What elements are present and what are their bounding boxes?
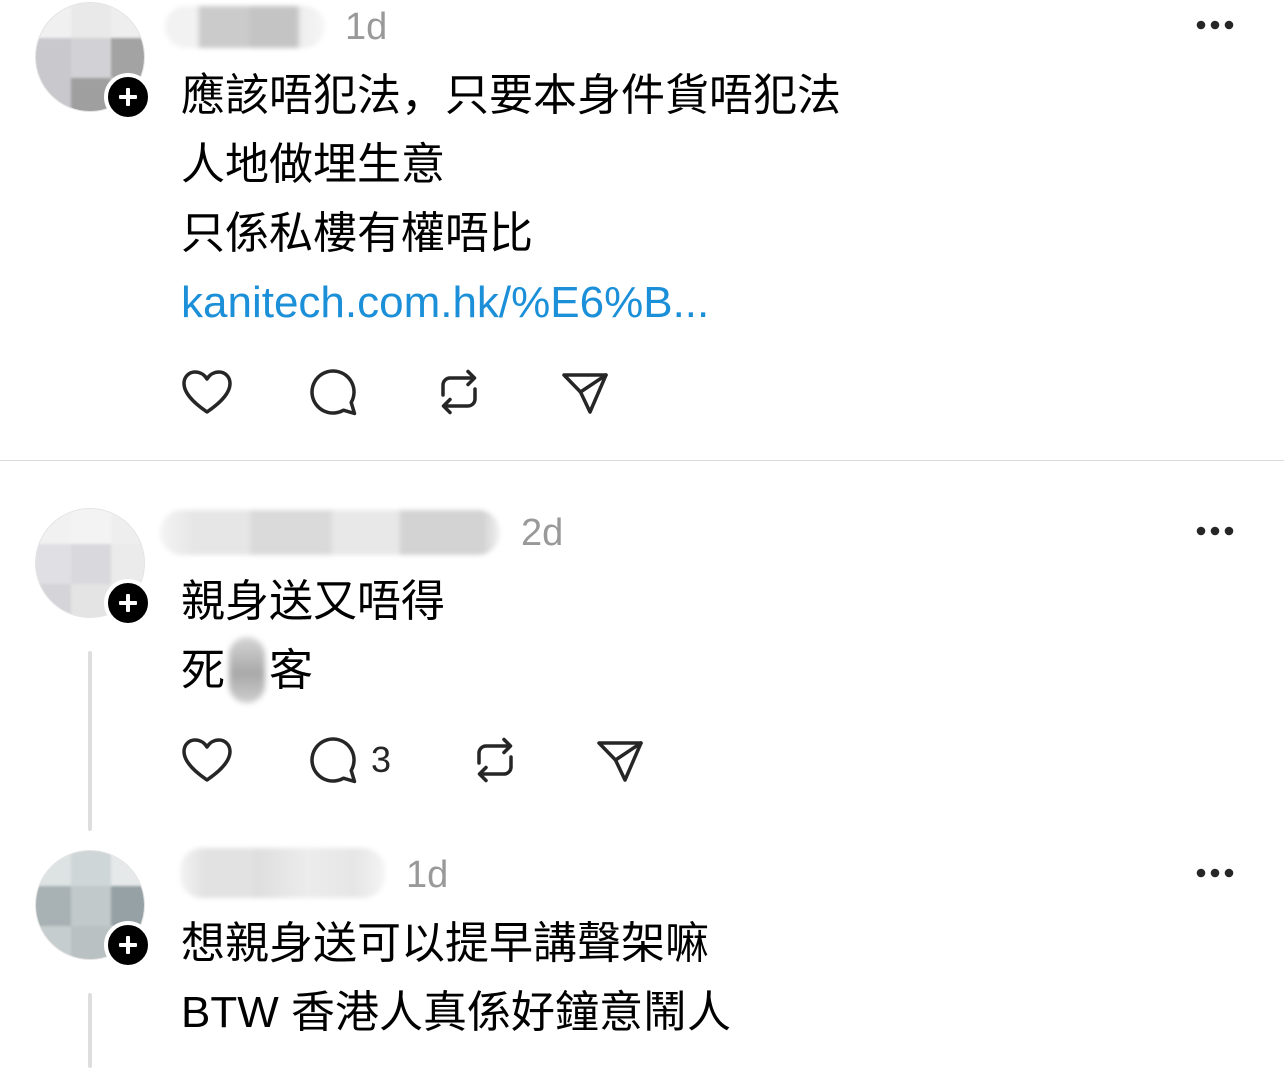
username-redacted[interactable]	[160, 510, 500, 555]
username-redacted[interactable]	[180, 848, 385, 898]
post-text-line: 只係私樓有權唔比	[181, 209, 533, 258]
heart-icon	[182, 370, 232, 414]
text-segment: 客	[269, 646, 313, 695]
post-text-line: 親身送又唔得	[181, 577, 445, 626]
post-body[interactable]: 想親身送可以提早講聲架嘛 BTW 香港人真係好鐘意鬧人	[181, 909, 731, 1047]
repost-button[interactable]	[469, 734, 521, 786]
plus-icon	[119, 936, 137, 954]
follow-button[interactable]	[104, 579, 152, 627]
post-text-line: 想親身送可以提早講聲架嘛	[181, 919, 709, 968]
share-icon	[597, 741, 643, 782]
post-divider	[0, 460, 1284, 461]
comment-icon	[310, 369, 357, 416]
text-segment: 死	[181, 646, 225, 695]
share-icon	[562, 373, 608, 414]
thread-line	[88, 993, 92, 1068]
redacted-character	[225, 637, 269, 703]
like-button[interactable]	[181, 734, 233, 786]
post-link[interactable]: kanitech.com.hk/%E6%B...	[181, 268, 841, 337]
more-icon	[1196, 868, 1234, 878]
follow-button[interactable]	[104, 921, 152, 969]
post-timestamp: 2d	[521, 512, 564, 554]
username-redacted[interactable]	[165, 6, 325, 48]
more-options-button[interactable]	[1189, 9, 1241, 41]
thread-feed: 1d 應該唔犯法，只要本身件貨唔犯法 人地做埋生意 只係私樓有權唔比 kanit…	[0, 0, 1284, 1068]
more-options-button[interactable]	[1189, 515, 1241, 547]
repost-button[interactable]	[433, 366, 485, 418]
post-text-line: 人地做埋生意	[181, 140, 445, 189]
share-button[interactable]	[559, 366, 611, 418]
heart-icon	[182, 738, 232, 782]
follow-button[interactable]	[104, 73, 152, 121]
post-text-line: 應該唔犯法，只要本身件貨唔犯法	[181, 71, 841, 120]
post-timestamp: 1d	[406, 854, 449, 896]
more-icon	[1196, 20, 1234, 30]
plus-icon	[119, 594, 137, 612]
post-text-line: BTW 香港人真係好鐘意鬧人	[181, 988, 731, 1037]
more-options-button[interactable]	[1189, 857, 1241, 889]
plus-icon	[119, 88, 137, 106]
repost-icon	[477, 737, 513, 783]
more-icon	[1196, 526, 1234, 536]
like-button[interactable]	[181, 366, 233, 418]
reply-button[interactable]	[307, 366, 359, 418]
share-button[interactable]	[594, 734, 646, 786]
reply-button[interactable]: 3	[307, 734, 391, 786]
post-body[interactable]: 應該唔犯法，只要本身件貨唔犯法 人地做埋生意 只係私樓有權唔比 kanitech…	[181, 61, 841, 337]
reply-count: 3	[371, 739, 392, 780]
post-text-line-redacted: 死客	[181, 636, 445, 705]
post-body[interactable]: 親身送又唔得 死客	[181, 567, 445, 705]
post-actions: 3	[0, 734, 1284, 786]
repost-icon	[441, 369, 477, 415]
post-timestamp: 1d	[345, 6, 388, 48]
comment-icon	[310, 737, 357, 784]
post-actions	[0, 366, 1284, 418]
